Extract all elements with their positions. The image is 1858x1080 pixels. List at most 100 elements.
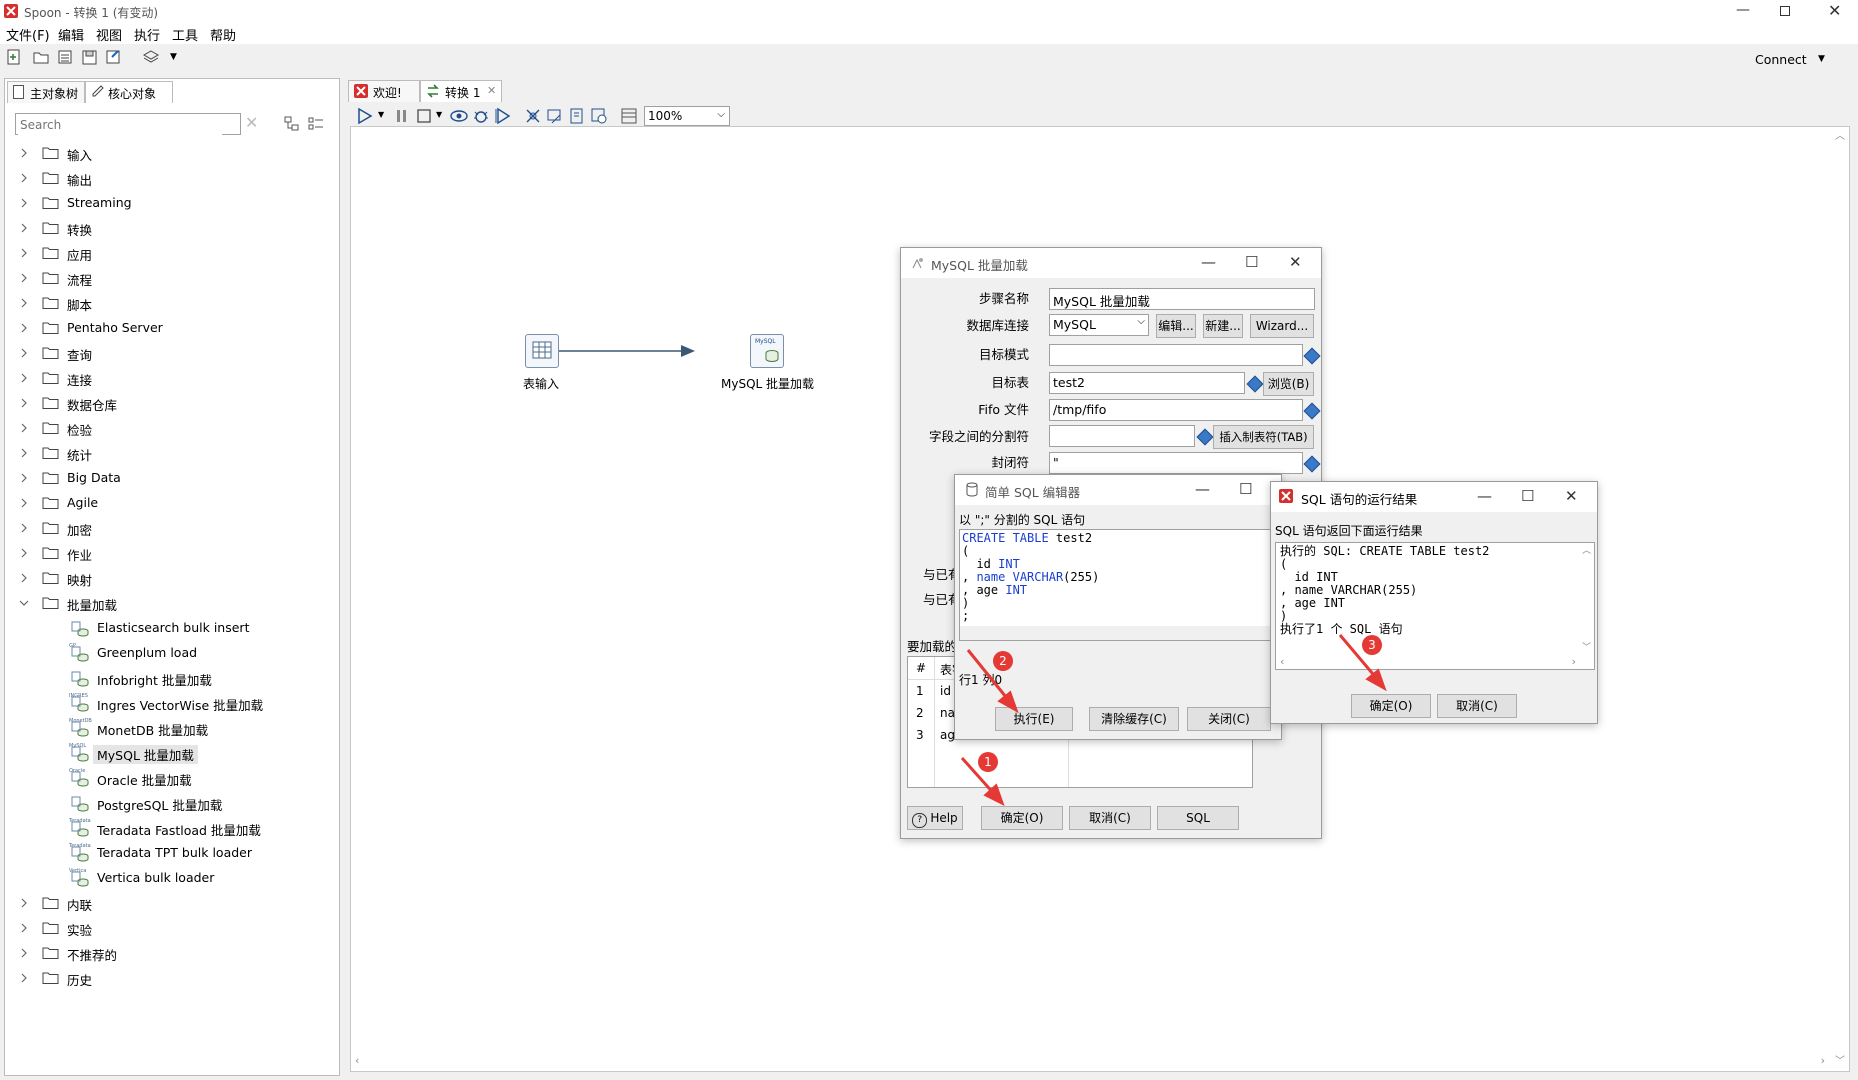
chevron-right-icon[interactable] xyxy=(19,246,29,258)
tree-folder[interactable]: 检验 xyxy=(5,416,335,440)
result-ok-button[interactable]: 确定(O) xyxy=(1351,694,1431,718)
tree-folder-bulk-load[interactable]: 批量加载 xyxy=(5,591,335,615)
sql-result-text-area[interactable]: 执行的 SQL: CREATE TABLE test2( id INT, nam… xyxy=(1275,542,1595,670)
menu-file[interactable]: 文件(F) xyxy=(6,25,50,44)
chevron-right-icon[interactable] xyxy=(19,196,29,208)
tree-step-item[interactable]: Infobright 批量加载 xyxy=(5,666,335,690)
step-table-input[interactable] xyxy=(525,334,559,368)
chevron-right-icon[interactable] xyxy=(19,171,29,183)
chevron-right-icon[interactable] xyxy=(19,571,29,583)
db-connection-select[interactable]: MySQL ⌵ xyxy=(1049,314,1149,336)
layers-dropdown-icon[interactable]: ▼ xyxy=(170,52,177,62)
menu-edit[interactable]: 编辑 xyxy=(58,25,84,44)
edit-connection-button[interactable]: 编辑... xyxy=(1156,314,1196,338)
tree-step-item[interactable]: Oracle Oracle 批量加载 xyxy=(5,766,335,790)
sql-result-maximize-icon[interactable]: ☐ xyxy=(1521,487,1534,505)
close-tab-icon[interactable]: ✕ xyxy=(487,84,496,97)
stop-dropdown-icon[interactable]: ▼ xyxy=(436,110,442,119)
sql-editor-maximize-icon[interactable]: ☐ xyxy=(1239,480,1252,498)
ok-button[interactable]: 确定(O) xyxy=(981,806,1063,830)
save-as-icon[interactable] xyxy=(104,48,126,70)
sql-editor-minimize-icon[interactable]: — xyxy=(1195,480,1210,498)
tree-folder[interactable]: 统计 xyxy=(5,441,335,465)
chevron-right-icon[interactable] xyxy=(19,271,29,283)
result-cancel-button[interactable]: 取消(C) xyxy=(1437,694,1517,718)
tree-step-item[interactable]: MonetDB MonetDB 批量加载 xyxy=(5,716,335,740)
connect-button[interactable]: Connect xyxy=(1755,52,1807,67)
clear-search-icon[interactable]: ✕ xyxy=(245,113,258,132)
target-schema-input[interactable] xyxy=(1049,344,1303,366)
tree-step-item[interactable]: INGRES Ingres VectorWise 批量加载 xyxy=(5,691,335,715)
tree-folder[interactable]: 内联 xyxy=(5,891,335,915)
run-dropdown-icon[interactable]: ▼ xyxy=(378,110,384,119)
explore-repo-icon[interactable] xyxy=(56,48,78,70)
tree-folder[interactable]: 连接 xyxy=(5,366,335,390)
tab-welcome[interactable]: 欢迎! xyxy=(348,80,420,102)
wizard-button[interactable]: Wizard... xyxy=(1250,314,1314,338)
target-table-input[interactable]: test2 xyxy=(1049,372,1245,394)
chevron-right-icon[interactable] xyxy=(19,371,29,383)
tree-folder[interactable]: 输入 xyxy=(5,141,335,165)
chevron-right-icon[interactable] xyxy=(19,546,29,558)
mysql-dialog-maximize-icon[interactable]: ☐ xyxy=(1245,253,1258,271)
cancel-button[interactable]: 取消(C) xyxy=(1069,806,1151,830)
chevron-right-icon[interactable] xyxy=(19,421,29,433)
chevron-right-icon[interactable] xyxy=(19,471,29,483)
chevron-right-icon[interactable] xyxy=(19,321,29,333)
tree-step-item[interactable]: Teradata Teradata Fastload 批量加载 xyxy=(5,816,335,840)
tree-step-item[interactable]: Vertica Vertica bulk loader xyxy=(5,866,335,890)
menu-view[interactable]: 视图 xyxy=(96,25,122,44)
mysql-dialog-minimize-icon[interactable]: — xyxy=(1201,253,1216,271)
chevron-right-icon[interactable] xyxy=(19,521,29,533)
tree-folder[interactable]: 实验 xyxy=(5,916,335,940)
chevron-right-icon[interactable] xyxy=(19,896,29,908)
save-icon[interactable] xyxy=(80,48,102,70)
close-window-icon[interactable]: ✕ xyxy=(1828,1,1841,20)
menu-tools[interactable]: 工具 xyxy=(172,25,198,44)
chevron-right-icon[interactable] xyxy=(19,346,29,358)
new-file-icon[interactable] xyxy=(4,48,26,70)
tree-folder[interactable]: 应用 xyxy=(5,241,335,265)
tree-folder[interactable]: Streaming xyxy=(5,191,335,215)
chevron-right-icon[interactable] xyxy=(19,221,29,233)
variable-diamond-icon[interactable] xyxy=(1303,455,1321,473)
browse-button[interactable]: 浏览(B) xyxy=(1263,372,1314,396)
enclosure-input[interactable]: " xyxy=(1049,452,1303,474)
execute-button[interactable]: 执行(E) xyxy=(995,707,1073,731)
variable-diamond-icon[interactable] xyxy=(1303,347,1321,365)
chevron-right-icon[interactable] xyxy=(19,946,29,958)
variable-diamond-icon[interactable] xyxy=(1196,428,1214,446)
sql-code-editor[interactable]: CREATE TABLE test2( id INT, name VARCHAR… xyxy=(959,529,1277,641)
sql-result-vscroll[interactable]: ︿ ﹀ xyxy=(1580,543,1594,655)
step-mysql-bulk-load[interactable]: MySQL xyxy=(750,334,784,368)
insert-tab-button[interactable]: 插入制表符(TAB) xyxy=(1213,425,1314,449)
sql-editor-hscroll[interactable] xyxy=(960,626,1276,640)
tree-folder[interactable]: 转换 xyxy=(5,216,335,240)
chevron-right-icon[interactable] xyxy=(19,446,29,458)
canvas-vertical-scrollbar[interactable]: ︿ ﹀ xyxy=(1831,127,1849,1071)
clear-cache-button[interactable]: 清除缓存(C) xyxy=(1089,707,1179,731)
chevron-right-icon[interactable] xyxy=(19,921,29,933)
tree-folder[interactable]: Pentaho Server xyxy=(5,316,335,340)
chevron-right-icon[interactable] xyxy=(19,146,29,158)
delimiter-input[interactable] xyxy=(1049,425,1195,447)
close-button[interactable]: 关闭(C) xyxy=(1187,707,1271,731)
expand-all-icon[interactable] xyxy=(307,115,325,137)
tree-folder[interactable]: 加密 xyxy=(5,516,335,540)
tree-step-item[interactable]: Teradata Teradata TPT bulk loader xyxy=(5,841,335,865)
fifo-file-input[interactable]: /tmp/fifo xyxy=(1049,399,1303,421)
tree-step-item[interactable]: PostgreSQL 批量加载 xyxy=(5,791,335,815)
tree-folder[interactable]: 作业 xyxy=(5,541,335,565)
tree-folder[interactable]: 数据仓库 xyxy=(5,391,335,415)
pause-icon[interactable] xyxy=(394,108,410,128)
tree-step-item[interactable]: MySQL MySQL 批量加载 xyxy=(5,741,335,765)
minimize-icon[interactable]: — xyxy=(1736,2,1750,18)
zoom-select[interactable]: 100% ⌵ xyxy=(644,106,730,126)
tree-step-item[interactable]: GP Greenplum load xyxy=(5,641,335,665)
chevron-down-icon[interactable] xyxy=(19,596,29,606)
tree-folder[interactable]: Big Data xyxy=(5,466,335,490)
preview-icon[interactable] xyxy=(450,108,468,128)
collapse-all-icon[interactable] xyxy=(283,115,301,137)
chevron-right-icon[interactable] xyxy=(19,396,29,408)
open-file-icon[interactable] xyxy=(32,48,54,70)
